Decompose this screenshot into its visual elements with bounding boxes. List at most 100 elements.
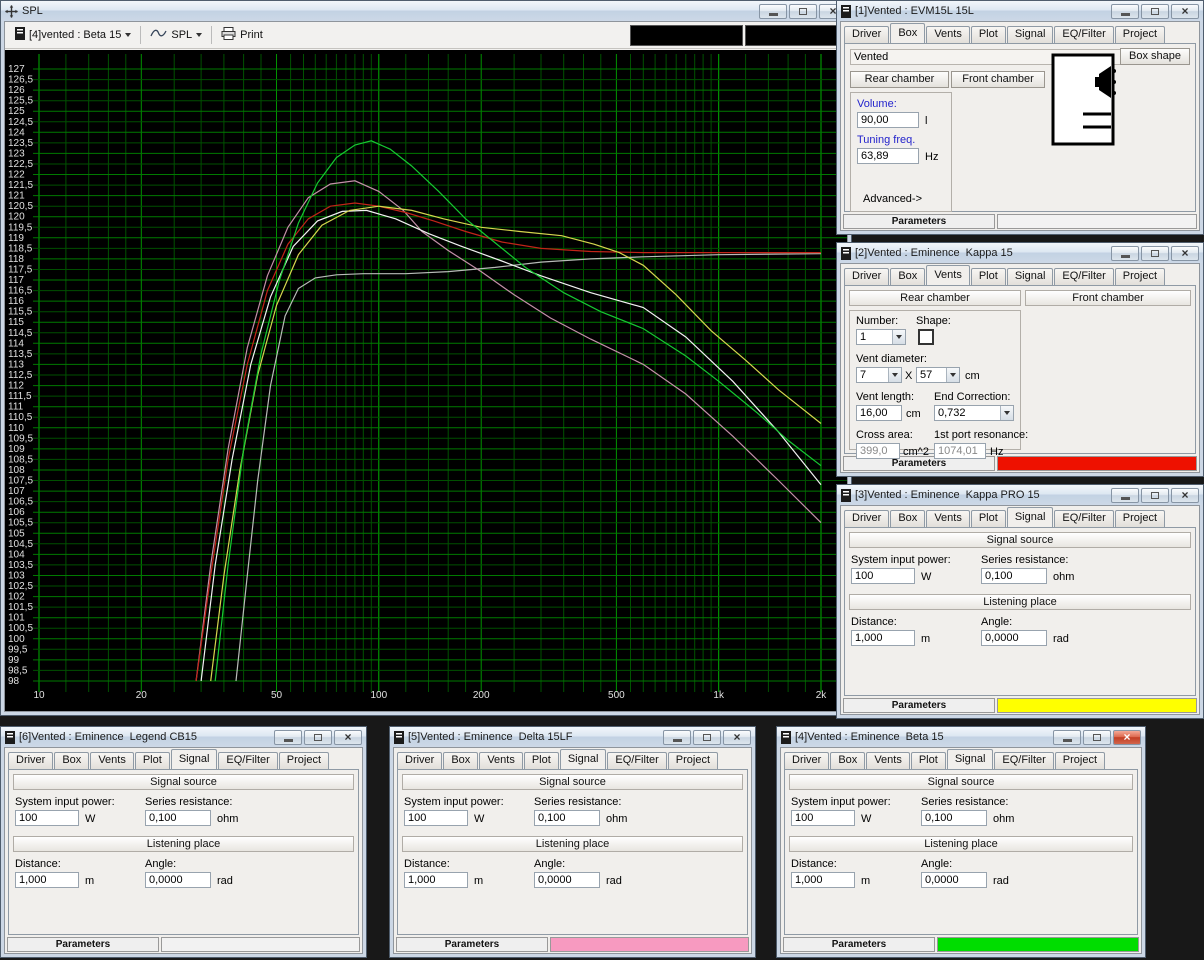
rear-chamber-button[interactable]: Rear chamber bbox=[850, 71, 949, 88]
power-field[interactable] bbox=[791, 810, 855, 826]
titlebar[interactable]: [3]Vented : Eminence Kappa PRO 15 × bbox=[837, 485, 1203, 505]
tab-signal[interactable]: Signal bbox=[171, 749, 218, 769]
tab-box[interactable]: Box bbox=[830, 752, 865, 769]
tab-eqfilter[interactable]: EQ/Filter bbox=[607, 752, 666, 769]
resistance-field[interactable] bbox=[921, 810, 987, 826]
tab-driver[interactable]: Driver bbox=[844, 268, 889, 285]
spl-chart[interactable]: 127126,5126125,5125124,5124123,5123122,5… bbox=[5, 50, 847, 711]
distance-field[interactable] bbox=[15, 872, 79, 888]
restore-button[interactable] bbox=[304, 730, 332, 745]
titlebar[interactable]: [2]Vented : Eminence Kappa 15 × bbox=[837, 243, 1203, 263]
tab-vents[interactable]: Vents bbox=[926, 265, 970, 285]
graph-type-dropdown[interactable]: SPL bbox=[145, 26, 207, 44]
tab-driver[interactable]: Driver bbox=[784, 752, 829, 769]
minimize-button[interactable] bbox=[1111, 488, 1139, 503]
tab-eqfilter[interactable]: EQ/Filter bbox=[1054, 268, 1113, 285]
restore-button[interactable] bbox=[693, 730, 721, 745]
restore-button[interactable] bbox=[1141, 246, 1169, 261]
tab-signal[interactable]: Signal bbox=[1007, 268, 1054, 285]
resistance-field[interactable] bbox=[145, 810, 211, 826]
tab-vents[interactable]: Vents bbox=[479, 752, 523, 769]
tab-plot[interactable]: Plot bbox=[971, 510, 1006, 527]
tab-plot[interactable]: Plot bbox=[911, 752, 946, 769]
tab-signal[interactable]: Signal bbox=[1007, 507, 1054, 527]
advanced-link[interactable]: Advanced-> bbox=[863, 193, 922, 205]
close-button[interactable]: × bbox=[1171, 4, 1199, 19]
vent-shape-square[interactable] bbox=[918, 329, 934, 345]
minimize-button[interactable] bbox=[1111, 246, 1139, 261]
close-button[interactable]: × bbox=[723, 730, 751, 745]
listening-place-header[interactable]: Listening place bbox=[849, 594, 1191, 610]
tab-signal[interactable]: Signal bbox=[560, 749, 607, 769]
distance-field[interactable] bbox=[791, 872, 855, 888]
vent-number-combo[interactable]: 1 bbox=[856, 329, 906, 345]
minimize-button[interactable] bbox=[1053, 730, 1081, 745]
vent-length-field[interactable] bbox=[856, 405, 902, 421]
minimize-button[interactable] bbox=[1111, 4, 1139, 19]
resistance-field[interactable] bbox=[981, 568, 1047, 584]
angle-field[interactable] bbox=[921, 872, 987, 888]
restore-button[interactable] bbox=[1141, 488, 1169, 503]
power-field[interactable] bbox=[15, 810, 79, 826]
titlebar[interactable]: [4]Vented : Eminence Beta 15 × bbox=[777, 727, 1145, 747]
tab-box[interactable]: Box bbox=[890, 268, 925, 285]
distance-field[interactable] bbox=[851, 630, 915, 646]
listening-place-header[interactable]: Listening place bbox=[789, 836, 1133, 852]
restore-button[interactable] bbox=[1141, 4, 1169, 19]
angle-field[interactable] bbox=[145, 872, 211, 888]
signal-source-header[interactable]: Signal source bbox=[849, 532, 1191, 548]
listening-place-header[interactable]: Listening place bbox=[402, 836, 743, 852]
tab-box[interactable]: Box bbox=[890, 510, 925, 527]
vent-diameter-combo-1[interactable]: 7 bbox=[856, 367, 902, 383]
end-correction-combo[interactable]: 0,732 bbox=[934, 405, 1014, 421]
tab-eqfilter[interactable]: EQ/Filter bbox=[218, 752, 277, 769]
print-button[interactable]: Print bbox=[216, 25, 268, 45]
tab-box[interactable]: Box bbox=[890, 23, 925, 43]
signal-source-header[interactable]: Signal source bbox=[789, 774, 1133, 790]
tab-project[interactable]: Project bbox=[1115, 268, 1165, 285]
close-button[interactable]: × bbox=[1113, 730, 1141, 745]
tab-project[interactable]: Project bbox=[1115, 510, 1165, 527]
restore-button[interactable] bbox=[789, 4, 817, 19]
tab-vents[interactable]: Vents bbox=[866, 752, 910, 769]
spl-titlebar[interactable]: SPL × bbox=[1, 1, 851, 21]
front-chamber-button[interactable]: Front chamber bbox=[951, 71, 1045, 88]
tab-plot[interactable]: Plot bbox=[971, 268, 1006, 285]
tab-plot[interactable]: Plot bbox=[135, 752, 170, 769]
restore-button[interactable] bbox=[1083, 730, 1111, 745]
close-button[interactable]: × bbox=[1171, 488, 1199, 503]
rear-chamber-header[interactable]: Rear chamber bbox=[849, 290, 1021, 306]
tab-driver[interactable]: Driver bbox=[844, 510, 889, 527]
volume-field[interactable] bbox=[857, 112, 919, 128]
titlebar[interactable]: [5]Vented : Eminence Delta 15LF × bbox=[390, 727, 755, 747]
box-shape-button[interactable]: Box shape bbox=[1120, 48, 1190, 65]
titlebar[interactable]: [6]Vented : Eminence Legend CB15 × bbox=[1, 727, 366, 747]
tab-signal[interactable]: Signal bbox=[947, 749, 994, 769]
spl-chart-canvas[interactable]: 127126,5126125,5125124,5124123,5123122,5… bbox=[5, 50, 847, 711]
tuning-freq-field[interactable] bbox=[857, 148, 919, 164]
signal-source-header[interactable]: Signal source bbox=[402, 774, 743, 790]
tab-plot[interactable]: Plot bbox=[971, 26, 1006, 43]
project-selector-dropdown[interactable]: [4]vented : Beta 15 bbox=[10, 25, 136, 45]
tab-eqfilter[interactable]: EQ/Filter bbox=[994, 752, 1053, 769]
tab-project[interactable]: Project bbox=[279, 752, 329, 769]
tab-driver[interactable]: Driver bbox=[8, 752, 53, 769]
tab-vents[interactable]: Vents bbox=[926, 510, 970, 527]
tab-vents[interactable]: Vents bbox=[926, 26, 970, 43]
distance-field[interactable] bbox=[404, 872, 468, 888]
power-field[interactable] bbox=[851, 568, 915, 584]
tab-vents[interactable]: Vents bbox=[90, 752, 134, 769]
angle-field[interactable] bbox=[534, 872, 600, 888]
close-button[interactable]: × bbox=[334, 730, 362, 745]
vent-diameter-combo-2[interactable]: 57 bbox=[916, 367, 960, 383]
minimize-button[interactable] bbox=[663, 730, 691, 745]
tab-signal[interactable]: Signal bbox=[1007, 26, 1054, 43]
tab-eqfilter[interactable]: EQ/Filter bbox=[1054, 510, 1113, 527]
angle-field[interactable] bbox=[981, 630, 1047, 646]
minimize-button[interactable] bbox=[274, 730, 302, 745]
tab-project[interactable]: Project bbox=[668, 752, 718, 769]
titlebar[interactable]: [1]Vented : EVM15L 15L × bbox=[837, 1, 1203, 21]
resistance-field[interactable] bbox=[534, 810, 600, 826]
tab-project[interactable]: Project bbox=[1055, 752, 1105, 769]
tab-box[interactable]: Box bbox=[443, 752, 478, 769]
